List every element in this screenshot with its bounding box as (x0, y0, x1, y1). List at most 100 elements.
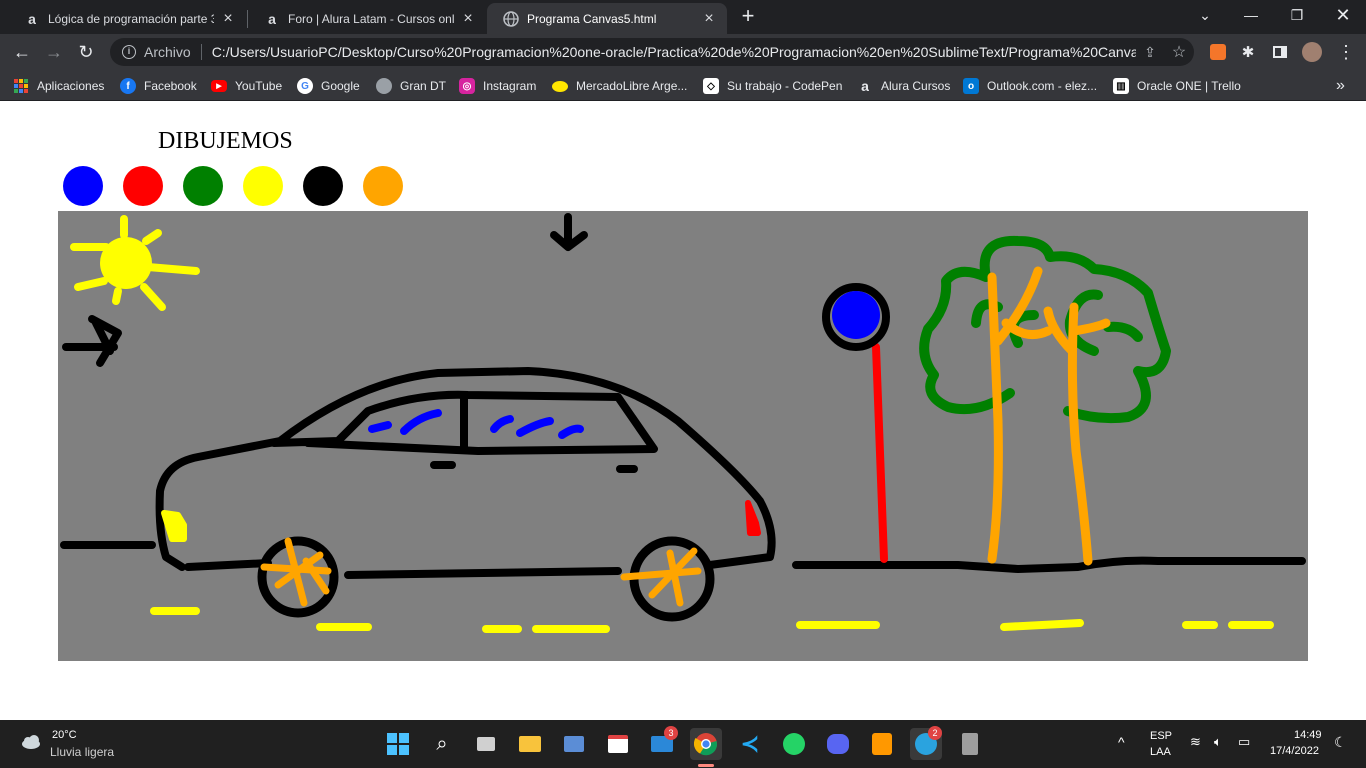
sublime-text-icon[interactable] (866, 728, 898, 760)
tab-search-icon[interactable]: ⌄ (1182, 0, 1228, 30)
apps-grid-icon (14, 79, 28, 93)
chrome-active-indicator (698, 764, 714, 767)
extension-orange-icon[interactable] (1204, 38, 1232, 66)
tray-chevron-icon[interactable]: ^ (1118, 734, 1125, 750)
wifi-icon[interactable]: ≋ (1190, 734, 1201, 750)
tree-drawing (919, 235, 1171, 566)
new-tab-button[interactable]: + (736, 5, 760, 29)
color-swatch-blue[interactable] (63, 166, 103, 206)
bookmark-google[interactable]: G Google (297, 75, 360, 97)
color-swatch-orange[interactable] (363, 166, 403, 206)
outlook-icon: o (963, 78, 979, 94)
clock-time[interactable]: 14:49 (1294, 729, 1322, 741)
drawing-canvas[interactable] (58, 211, 1308, 661)
bookmark-facebook[interactable]: f Facebook (120, 75, 197, 97)
reload-icon[interactable]: ↻ (72, 38, 100, 66)
discord-icon[interactable] (822, 728, 854, 760)
minimize-icon[interactable]: — (1228, 0, 1274, 30)
bookmark-label: Aplicaciones (37, 79, 105, 93)
back-icon[interactable]: ← (8, 38, 36, 66)
bookmark-label: YouTube (235, 79, 283, 93)
menu-kebab-icon[interactable]: ⋮ (1332, 38, 1360, 66)
volume-icon[interactable]: 🔈︎ (1214, 734, 1222, 750)
bookmark-mercadolibre[interactable]: MercadoLibre Arge... (552, 75, 687, 97)
store-icon[interactable] (602, 728, 634, 760)
profile-avatar-icon[interactable] (1298, 38, 1326, 66)
bookmarks-overflow-icon[interactable]: » (1336, 75, 1345, 97)
bookmark-gran-dt[interactable]: Gran DT (376, 75, 446, 97)
car-wheel-front (620, 536, 715, 622)
close-tab-icon[interactable]: × (460, 10, 476, 28)
bookmark-label: Su trabajo - CodePen (727, 79, 843, 93)
extensions-puzzle-icon[interactable]: ✱ (1234, 38, 1262, 66)
page-title: DIBUJEMOS (158, 128, 293, 154)
tab-strip: a Lógica de programación parte 3: × a Fo… (0, 0, 1366, 34)
close-tab-icon[interactable]: × (701, 10, 717, 28)
tab-title: Lógica de programación parte 3: (48, 11, 214, 26)
bookmark-youtube[interactable]: ▶ YouTube (211, 75, 282, 97)
telegram-badge: 2 (928, 726, 942, 740)
vscode-icon[interactable]: ≺ (734, 728, 766, 760)
bookmark-label: Outlook.com - elez... (987, 79, 1098, 93)
whatsapp-icon[interactable] (778, 728, 810, 760)
bookmark-label: MercadoLibre Arge... (576, 79, 688, 93)
language-line1[interactable]: ESP (1150, 730, 1172, 742)
forward-icon[interactable]: → (40, 38, 68, 66)
trello-icon: ▥ (1113, 78, 1129, 94)
windows-start-icon[interactable] (382, 728, 414, 760)
arrow-scribble-top (550, 213, 588, 251)
youtube-icon: ▶ (211, 80, 227, 92)
facebook-icon: f (120, 78, 136, 94)
lane-markings (150, 607, 1274, 633)
tab-programa-canvas[interactable]: Programa Canvas5.html × (487, 3, 727, 34)
globe-icon (503, 10, 519, 27)
file-explorer-icon[interactable] (514, 728, 546, 760)
notifications-moon-icon[interactable]: ☾ (1334, 734, 1347, 751)
tab-title: Programa Canvas5.html (527, 11, 657, 26)
address-bar[interactable]: i Archivo C:/Users/UsuarioPC/Desktop/Cur… (110, 38, 1194, 66)
bookmark-instagram[interactable]: ◎ Instagram (459, 75, 536, 97)
scheme-label: Archivo (144, 44, 191, 60)
search-icon[interactable]: ⌕ (426, 728, 458, 760)
share-icon[interactable]: ⇪ (1136, 44, 1164, 61)
bookmark-aplicaciones[interactable]: Aplicaciones (14, 75, 104, 97)
chrome-icon[interactable] (690, 728, 722, 760)
color-swatch-green[interactable] (183, 166, 223, 206)
task-view-icon[interactable] (470, 728, 502, 760)
restore-icon[interactable]: ❐ (1274, 0, 1320, 30)
bookmark-trello[interactable]: ▥ Oracle ONE | Trello (1113, 75, 1241, 97)
bookmark-label: Instagram (483, 79, 537, 93)
alura-icon: a (861, 78, 869, 94)
clock-date[interactable]: 17/4/2022 (1270, 745, 1319, 757)
bookmark-label: Oracle ONE | Trello (1137, 79, 1241, 93)
bookmark-star-icon[interactable]: ☆ (1164, 42, 1194, 62)
side-panel-icon[interactable] (1266, 38, 1294, 66)
color-swatch-yellow[interactable] (243, 166, 283, 206)
bookmark-alura[interactable]: a Alura Cursos (857, 75, 950, 97)
weather-cloud-icon[interactable] (20, 734, 42, 752)
browser-toolbar: ← → ↻ i Archivo C:/Users/UsuarioPC/Deskt… (0, 34, 1366, 70)
control-panel-icon[interactable] (558, 728, 590, 760)
calculator-icon[interactable] (954, 728, 986, 760)
info-icon[interactable]: i (122, 45, 136, 59)
car-drawing (155, 367, 776, 622)
tab-foro-alura[interactable]: a Foro | Alura Latam - Cursos onlin × (248, 3, 486, 34)
language-line2[interactable]: LAA (1150, 746, 1171, 758)
codepen-icon: ◇ (703, 78, 719, 94)
sun-drawing (70, 215, 200, 311)
color-swatch-red[interactable] (123, 166, 163, 206)
mercadolibre-icon (552, 80, 568, 92)
close-window-icon[interactable]: ✕ (1320, 0, 1366, 30)
bookmark-label: Alura Cursos (881, 79, 951, 93)
tab-logica-programacion[interactable]: a Lógica de programación parte 3: × (8, 3, 246, 34)
url-text[interactable]: C:/Users/UsuarioPC/Desktop/Curso%20Progr… (212, 44, 1136, 60)
battery-icon[interactable]: ▭ (1238, 734, 1250, 750)
color-swatch-black[interactable] (303, 166, 343, 206)
instagram-icon: ◎ (459, 78, 475, 94)
close-tab-icon[interactable]: × (220, 10, 236, 28)
alura-icon: a (28, 10, 36, 27)
weather-temp[interactable]: 20°C (52, 729, 77, 741)
bookmark-outlook[interactable]: o Outlook.com - elez... (963, 75, 1097, 97)
weather-desc[interactable]: Lluvia ligera (50, 745, 114, 759)
bookmark-codepen[interactable]: ◇ Su trabajo - CodePen (703, 75, 842, 97)
